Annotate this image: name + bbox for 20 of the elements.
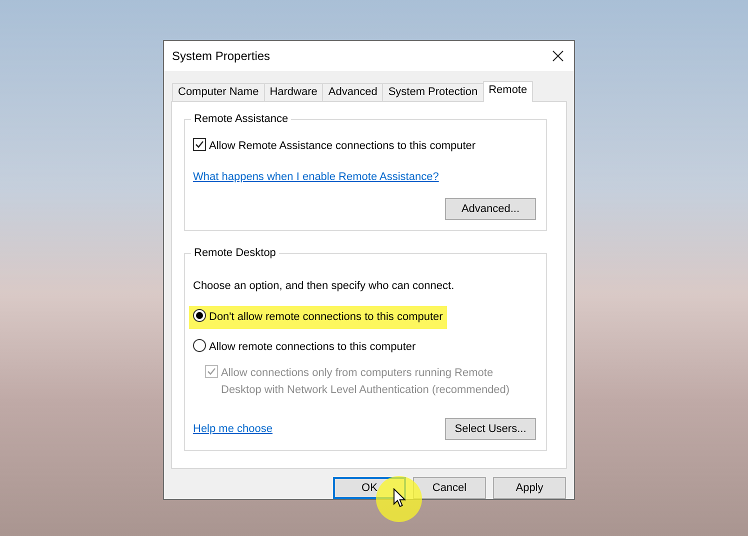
- group-title: Remote Desktop: [191, 246, 279, 260]
- cursor-icon: [393, 488, 406, 508]
- tab[interactable]: Remote: [482, 80, 534, 102]
- checkbox-label: Allow Remote Assistance connections to this computer: [209, 138, 476, 154]
- advanced-button[interactable]: Advanced...: [445, 198, 536, 220]
- checkbox[interactable]: [193, 138, 206, 151]
- dialog-button[interactable]: Cancel: [413, 477, 486, 499]
- radio-label: Allow remote connections to this computer: [209, 340, 416, 355]
- close-icon[interactable]: [550, 48, 566, 64]
- select-users-button[interactable]: Select Users...: [445, 418, 536, 440]
- dialog-button[interactable]: Apply: [493, 477, 566, 499]
- help-link[interactable]: What happens when I enable Remote Assistance?: [193, 171, 439, 184]
- radio-label: Don't allow remote connections to this computer: [209, 310, 443, 326]
- checkbox-label: Allow connections only from computers running Remote Desktop with Network Level Authentication (recommended): [221, 366, 511, 398]
- radio-button[interactable]: [193, 309, 206, 322]
- help-link[interactable]: Help me choose: [193, 421, 272, 438]
- tab[interactable]: Computer Name: [172, 82, 265, 101]
- window-title: System Properties: [172, 48, 270, 65]
- instruction-text: Choose an option, and then specify who can connect.: [193, 278, 456, 294]
- radio-button[interactable]: [193, 338, 206, 352]
